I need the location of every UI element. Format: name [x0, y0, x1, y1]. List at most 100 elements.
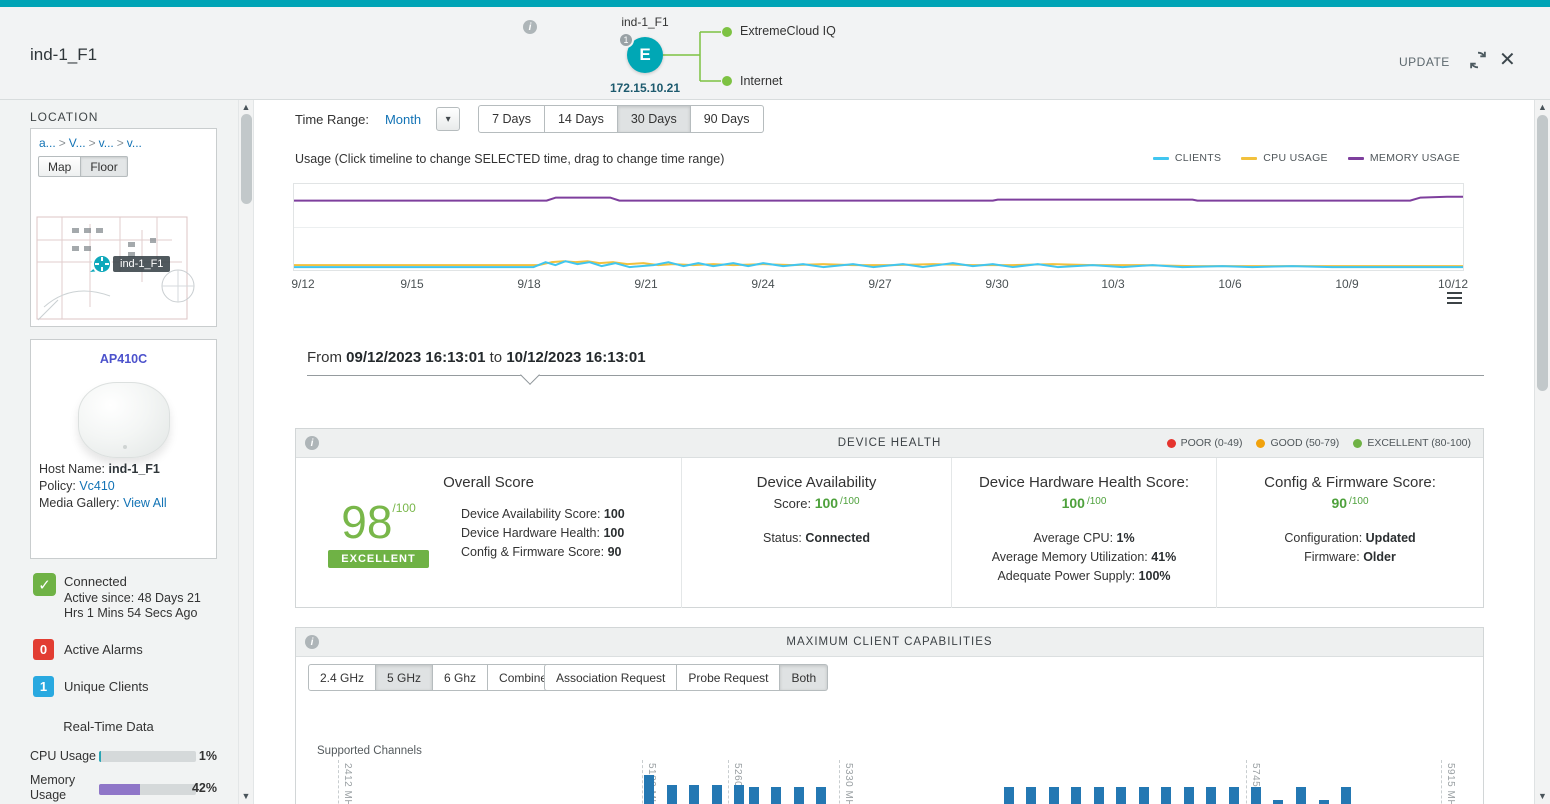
- channel-bar: [1116, 787, 1126, 804]
- breadcrumb-link[interactable]: V...: [69, 136, 86, 150]
- selected-range-text: From 09/12/2023 16:13:01 to 10/12/2023 1…: [307, 349, 646, 366]
- device-health-panel: DEVICE HEALTH POOR (0-49) GOOD (50-79) E…: [295, 428, 1484, 608]
- time-range-selected[interactable]: Month: [385, 112, 421, 127]
- breadcrumb-link[interactable]: a...: [39, 136, 56, 150]
- row-value: 1%: [1117, 531, 1135, 545]
- usage-gridline: [294, 227, 1463, 228]
- x-tick: 10/9: [1335, 277, 1358, 291]
- legend-clients[interactable]: CLIENTS: [1153, 152, 1221, 164]
- device-health-header: DEVICE HEALTH POOR (0-49) GOOD (50-79) E…: [296, 429, 1483, 458]
- floor-plan[interactable]: ind-1_F1: [32, 212, 215, 326]
- client-capabilities-info-icon[interactable]: [305, 635, 319, 649]
- both-tab[interactable]: Both: [780, 664, 828, 691]
- range-14days-button[interactable]: 14 Days: [545, 105, 618, 133]
- range-90days-button[interactable]: 90 Days: [691, 105, 764, 133]
- band-5ghz-tab[interactable]: 5 GHz: [376, 664, 433, 691]
- hardware-score: 100: [1062, 495, 1085, 511]
- device-health-body: Overall Score 98/100 EXCELLENT Device Av…: [296, 458, 1483, 608]
- legend-excellent: EXCELLENT (80-100): [1353, 437, 1471, 449]
- row-value: 90: [608, 545, 622, 559]
- location-panel: a...>V...>v...>v... Map Floor: [30, 128, 217, 327]
- row-label: Device Hardware Health:: [461, 526, 600, 540]
- breadcrumb-link[interactable]: v...: [99, 136, 114, 150]
- sidebar-scrollbar-thumb[interactable]: [241, 114, 252, 204]
- policy-link[interactable]: Vc410: [79, 479, 114, 493]
- overall-score-column: Overall Score 98/100 EXCELLENT Device Av…: [296, 458, 681, 608]
- association-request-tab[interactable]: Association Request: [544, 664, 677, 691]
- legend-cpu-usage[interactable]: CPU USAGE: [1241, 152, 1328, 164]
- map-tab[interactable]: Map: [38, 156, 81, 177]
- x-tick: 9/24: [751, 277, 774, 291]
- channel-bar: [816, 787, 826, 804]
- breadcrumb-link[interactable]: v...: [127, 136, 142, 150]
- active-alarms-badge[interactable]: 0: [33, 639, 54, 660]
- topology-connector: [663, 22, 735, 88]
- client-capabilities-header: MAXIMUM CLIENT CAPABILITIES: [296, 628, 1483, 657]
- chart-menu-icon[interactable]: [1447, 292, 1462, 307]
- usage-chart-caption: Usage (Click timeline to change SELECTED…: [295, 152, 724, 166]
- breakdown-row: Device Hardware Health: 100: [461, 524, 681, 543]
- main-scroll-up-arrow[interactable]: ▲: [1535, 102, 1550, 112]
- time-range-label: Time Range:: [295, 112, 369, 127]
- location-marker-icon[interactable]: [86, 252, 116, 278]
- row-label: Firmware:: [1304, 550, 1360, 564]
- row-label: Adequate Power Supply:: [997, 569, 1135, 583]
- main-scroll-down-arrow[interactable]: ▼: [1535, 791, 1550, 801]
- main-scrollbar-thumb[interactable]: [1537, 115, 1548, 391]
- channel-bar: [712, 785, 722, 804]
- sidebar-scroll-down-arrow[interactable]: ▼: [239, 791, 253, 801]
- cloud-node-dot: [722, 27, 732, 37]
- range-7days-button[interactable]: 7 Days: [478, 105, 545, 133]
- row-label: Device Availability Score:: [461, 507, 600, 521]
- usage-legend: CLIENTS CPU USAGE MEMORY USAGE: [1153, 152, 1460, 164]
- range-30days-button[interactable]: 30 Days: [618, 105, 691, 133]
- location-heading: LOCATION: [30, 110, 98, 124]
- channel-marker-line: [1246, 760, 1247, 804]
- row-value: 100: [603, 526, 624, 540]
- main-scrollbar: ▲ ▼: [1534, 100, 1550, 804]
- row-value: Updated: [1366, 531, 1416, 545]
- row-value: Connected: [805, 531, 870, 545]
- usage-x-axis: 9/12 9/15 9/18 9/21 9/24 9/27 9/30 10/3 …: [293, 277, 1464, 291]
- excellent-label: EXCELLENT (80-100): [1367, 437, 1471, 449]
- media-gallery-link[interactable]: View All: [123, 496, 167, 510]
- probe-request-tab[interactable]: Probe Request: [677, 664, 780, 691]
- floor-tab[interactable]: Floor: [81, 156, 127, 177]
- status-row: Status: Connected: [682, 529, 951, 548]
- usage-timeline-chart[interactable]: [293, 183, 1464, 271]
- breadcrumb-separator: >: [89, 136, 96, 150]
- unique-clients-badge[interactable]: 1: [33, 676, 54, 697]
- floor-plan-device-chip: ind-1_F1: [113, 256, 170, 272]
- host-name-row: Host Name: ind-1_F1: [39, 462, 216, 476]
- x-tick: 9/18: [517, 277, 540, 291]
- time-range-dropdown-caret[interactable]: ▾: [436, 107, 460, 131]
- host-name-label: Host Name:: [39, 462, 105, 476]
- device-health-info-icon[interactable]: [305, 436, 319, 450]
- refresh-icon[interactable]: [1466, 49, 1490, 73]
- sidebar-scroll-up-arrow[interactable]: ▲: [239, 102, 253, 112]
- memory-swatch: [1348, 157, 1364, 160]
- band-tabs: 2.4 GHz 5 GHz 6 Ghz Combined: [308, 664, 566, 691]
- close-icon[interactable]: ✕: [1499, 47, 1516, 72]
- time-range-buttons: 7 Days 14 Days 30 Days 90 Days: [478, 105, 763, 133]
- channel-bar: [794, 787, 804, 804]
- row-value: 100%: [1139, 569, 1171, 583]
- band-6ghz-tab[interactable]: 6 Ghz: [433, 664, 488, 691]
- supported-channels-chart[interactable]: 2412 MHz5180 MHz5260 MHz5330 MHz5745 MHz…: [311, 760, 1471, 804]
- hardware-health-column: Device Hardware Health Score: 100/100 Av…: [951, 458, 1216, 608]
- x-tick: 10/12: [1438, 277, 1468, 291]
- row-label: Status:: [763, 531, 802, 545]
- breadcrumb: a...>V...>v...>v...: [31, 129, 216, 154]
- channel-marker-line: [839, 760, 840, 804]
- row-value: Older: [1363, 550, 1396, 564]
- good-label: GOOD (50-79): [1270, 437, 1339, 449]
- channel-frequency-label: 2412 MHz: [342, 763, 353, 804]
- channel-bar: [1004, 787, 1014, 804]
- update-button[interactable]: UPDATE: [1399, 55, 1450, 69]
- overall-score-heading: Overall Score: [296, 474, 681, 491]
- config-row: Firmware: Older: [1217, 548, 1483, 567]
- channel-bar: [1184, 787, 1194, 804]
- topology-info-icon[interactable]: [523, 20, 537, 34]
- band-24ghz-tab[interactable]: 2.4 GHz: [308, 664, 376, 691]
- legend-memory-usage[interactable]: MEMORY USAGE: [1348, 152, 1460, 164]
